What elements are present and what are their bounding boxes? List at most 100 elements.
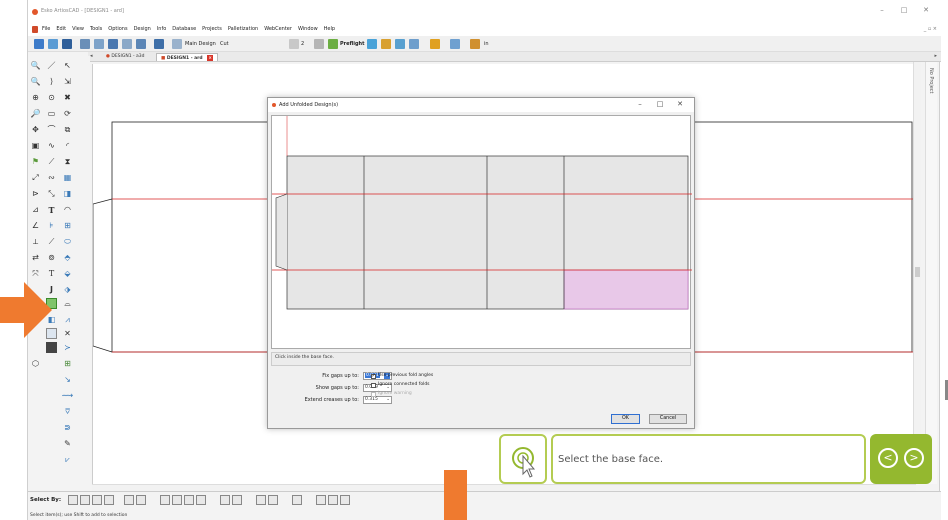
- layer-tool-icon[interactable]: ⚑: [30, 156, 41, 167]
- move-icon[interactable]: ⇄: [30, 252, 41, 263]
- selected-base-face[interactable]: [563, 269, 689, 310]
- trim-icon[interactable]: ⤡: [46, 188, 57, 199]
- horizontal-scrollbar[interactable]: [92, 484, 916, 491]
- select-filter-1-button[interactable]: [160, 495, 170, 505]
- dialog-maximize-button[interactable]: □: [654, 100, 666, 108]
- pen-icon[interactable]: ✎: [62, 438, 73, 449]
- snap-8-button[interactable]: [340, 495, 350, 505]
- snap-4-button[interactable]: [268, 495, 278, 505]
- select-by-type-button[interactable]: [104, 495, 114, 505]
- polyline-icon[interactable]: ⟩: [46, 76, 57, 87]
- slot-icon[interactable]: ⟿: [62, 390, 73, 401]
- extend-creases-select[interactable]: 0.315 ⌄: [363, 396, 392, 404]
- line-weight-icon[interactable]: [289, 39, 299, 49]
- bevel-icon[interactable]: ◠: [62, 204, 73, 215]
- fold-angle-icon[interactable]: ⤧: [30, 268, 41, 279]
- select-group-icon[interactable]: ⇲: [62, 76, 73, 87]
- pan-icon[interactable]: ✥: [30, 124, 41, 135]
- menu-help[interactable]: Help: [324, 26, 335, 32]
- fillet-icon[interactable]: ◜: [62, 140, 73, 151]
- array-icon[interactable]: ⊞: [62, 220, 73, 231]
- ok-button[interactable]: OK: [611, 414, 640, 424]
- chevron-right-tool-icon[interactable]: ≻: [62, 342, 73, 353]
- vertical-scrollbar[interactable]: [913, 62, 921, 484]
- 3d-icon[interactable]: [381, 39, 391, 49]
- print-icon[interactable]: [80, 39, 90, 49]
- output-icon[interactable]: [94, 39, 104, 49]
- ungroup-icon[interactable]: ⬙: [62, 268, 73, 279]
- zoom-in-icon[interactable]: 🔍: [30, 60, 41, 71]
- preflight-icon[interactable]: [328, 39, 338, 49]
- scroll-thumb[interactable]: [915, 267, 920, 277]
- ignore-connected-folds-checkbox[interactable]: [371, 383, 376, 388]
- join-icon[interactable]: ⬭: [62, 236, 73, 247]
- menu-options[interactable]: Options: [108, 26, 127, 32]
- mirror-icon[interactable]: ⧗: [62, 156, 73, 167]
- save-icon[interactable]: [62, 39, 72, 49]
- design-preview[interactable]: [271, 115, 692, 349]
- layout-icon[interactable]: [122, 39, 132, 49]
- dimension-tool-icon[interactable]: ⊿: [30, 204, 41, 215]
- rectangle-tool-icon[interactable]: ▭: [46, 108, 57, 119]
- main-design-layer[interactable]: Main Design: [185, 41, 216, 47]
- project-side-panel[interactable]: No Project: [925, 62, 937, 484]
- annotation-icon[interactable]: T: [46, 268, 57, 279]
- crease-icon[interactable]: ⌓: [62, 298, 73, 309]
- snap-6-button[interactable]: [316, 495, 326, 505]
- scale-icon[interactable]: ◨: [62, 188, 73, 199]
- group-icon[interactable]: ⬘: [62, 252, 73, 263]
- camera-icon[interactable]: [46, 342, 57, 353]
- circle-tool-icon[interactable]: ⊙: [46, 92, 57, 103]
- select-mode-1-button[interactable]: [124, 495, 134, 505]
- measure-tool-icon[interactable]: ⟂: [30, 236, 41, 247]
- offset-icon[interactable]: ⊳: [30, 188, 41, 199]
- snap-2-button[interactable]: [232, 495, 242, 505]
- cross-icon[interactable]: ✕: [62, 328, 73, 339]
- select-filter-4-button[interactable]: [196, 495, 206, 505]
- export-icon[interactable]: [108, 39, 118, 49]
- menu-view[interactable]: View: [72, 26, 84, 32]
- zoom-extents-icon[interactable]: 🔎: [30, 108, 41, 119]
- close-button[interactable]: ✕: [919, 6, 933, 14]
- select-filter-3-button[interactable]: [184, 495, 194, 505]
- zoom-window-icon[interactable]: ⊕: [30, 92, 41, 103]
- measure-icon[interactable]: [470, 39, 480, 49]
- redraw-icon[interactable]: ▣: [30, 140, 41, 151]
- chevron-left-icon[interactable]: <: [878, 448, 898, 468]
- units-label[interactable]: in: [484, 41, 489, 47]
- select-mode-2-button[interactable]: [136, 495, 146, 505]
- tab-scroll-left-icon[interactable]: ◂: [90, 53, 93, 59]
- menu-edit[interactable]: Edit: [56, 26, 66, 32]
- view-icon[interactable]: [367, 39, 377, 49]
- radius-icon[interactable]: ⊚: [46, 252, 57, 263]
- snap-7-button[interactable]: [328, 495, 338, 505]
- database-icon[interactable]: [154, 39, 164, 49]
- text-tool-icon[interactable]: T: [46, 204, 57, 215]
- break-icon[interactable]: ⟋: [46, 236, 57, 247]
- fold-icon[interactable]: [395, 39, 405, 49]
- nick-icon[interactable]: ⬗: [62, 284, 73, 295]
- open-icon[interactable]: [48, 39, 58, 49]
- tools-icon[interactable]: [430, 39, 440, 49]
- tab-design1-3d[interactable]: ● DESIGN1 - a3d: [102, 53, 149, 61]
- line-tool-icon[interactable]: ／: [46, 60, 57, 71]
- stretch-icon[interactable]: ▦: [62, 172, 73, 183]
- menu-projects[interactable]: Projects: [202, 26, 222, 32]
- bezier-icon[interactable]: ∿: [46, 140, 57, 151]
- align-icon[interactable]: ⊧: [46, 220, 57, 231]
- dialog-minimize-button[interactable]: –: [634, 100, 646, 108]
- sheet-icon[interactable]: [450, 39, 460, 49]
- zoom-out-icon[interactable]: 🔍: [30, 76, 41, 87]
- snap-3-button[interactable]: [256, 495, 266, 505]
- point-icon[interactable]: ⤢: [30, 172, 41, 183]
- tab-scroll-right-icon[interactable]: ▸: [934, 53, 937, 59]
- menu-info[interactable]: Info: [157, 26, 166, 32]
- tab-design1-ard[interactable]: ■ DESIGN1 - ard ×: [156, 53, 219, 61]
- curve-icon[interactable]: ∾: [46, 172, 57, 183]
- menu-tools[interactable]: Tools: [90, 26, 102, 32]
- snap-1-button[interactable]: [220, 495, 230, 505]
- bridge-icon[interactable]: ⩗: [62, 454, 73, 465]
- tab-close-icon[interactable]: ×: [207, 55, 214, 61]
- select-by-element-button[interactable]: [68, 495, 78, 505]
- menu-design[interactable]: Design: [134, 26, 151, 32]
